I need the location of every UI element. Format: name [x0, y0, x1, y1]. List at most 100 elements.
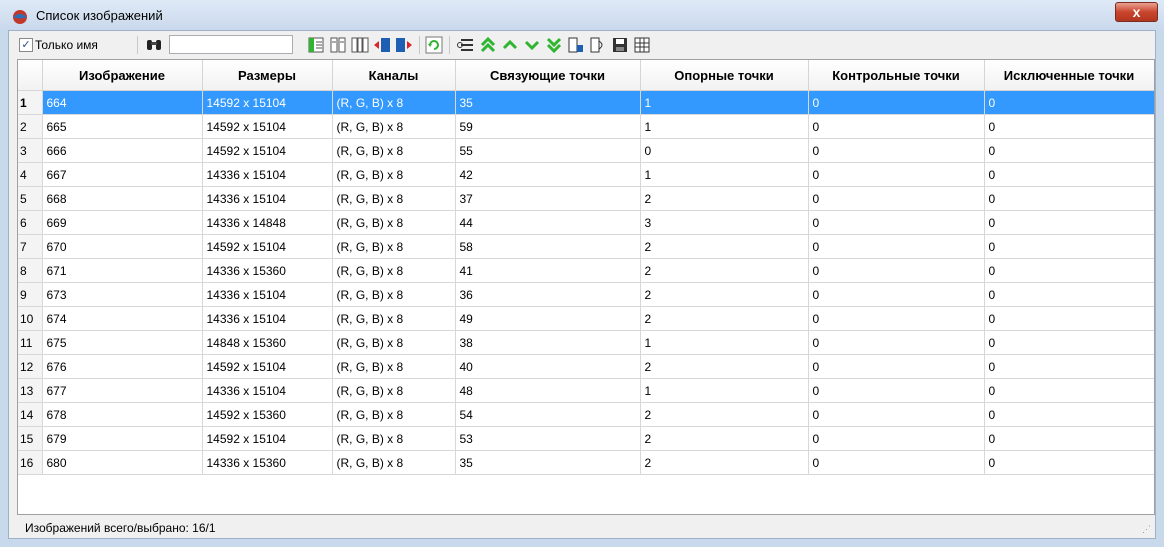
table-row[interactable]: 3 666 14592 x 15104 (R, G, B) x 8 55 0 0 0 — [18, 138, 1154, 163]
cell-image: 678 — [42, 402, 203, 427]
cell-excluded-points: 0 — [984, 378, 1154, 403]
table-row[interactable]: 16 680 14336 x 15360 (R, G, B) x 8 35 2 0 0 — [18, 450, 1154, 475]
cell-gcp: 2 — [640, 186, 809, 211]
cell-tie-points: 59 — [455, 114, 641, 139]
row-number[interactable]: 5 — [18, 186, 43, 211]
table-row[interactable]: 15 679 14592 x 15104 (R, G, B) x 8 53 2 0 0 — [18, 426, 1154, 451]
row-number[interactable]: 16 — [18, 450, 43, 475]
cell-gcp: 1 — [640, 162, 809, 187]
move-bottom-icon[interactable] — [545, 36, 563, 54]
only-name-checkbox[interactable]: ✓ — [19, 38, 33, 52]
export-icon[interactable] — [589, 36, 607, 54]
search-input[interactable] — [169, 35, 293, 54]
cell-image: 670 — [42, 234, 203, 259]
cell-gcp: 2 — [640, 426, 809, 451]
cell-size: 14592 x 15104 — [202, 114, 333, 139]
cell-check-points: 0 — [808, 282, 985, 307]
cell-image: 666 — [42, 138, 203, 163]
table-row[interactable]: 1 664 14592 x 15104 (R, G, B) x 8 35 1 0 0 — [18, 90, 1154, 115]
row-number[interactable]: 14 — [18, 402, 43, 427]
table-row[interactable]: 12 676 14592 x 15104 (R, G, B) x 8 40 2 0 0 — [18, 354, 1154, 379]
image-table[interactable]: Изображение Размеры Каналы Связующие точ… — [17, 59, 1155, 515]
move-top-icon[interactable] — [479, 36, 497, 54]
move-up-icon[interactable] — [501, 36, 519, 54]
cell-check-points: 0 — [808, 306, 985, 331]
columns-grid-icon[interactable] — [351, 36, 369, 54]
table-row[interactable]: 5 668 14336 x 15104 (R, G, B) x 8 37 2 0 0 — [18, 186, 1154, 211]
cell-channels: (R, G, B) x 8 — [332, 114, 456, 139]
row-number[interactable]: 8 — [18, 258, 43, 283]
table-row[interactable]: 2 665 14592 x 15104 (R, G, B) x 8 59 1 0 0 — [18, 114, 1154, 139]
table-row[interactable]: 7 670 14592 x 15104 (R, G, B) x 8 58 2 0 0 — [18, 234, 1154, 259]
cell-tie-points: 54 — [455, 402, 641, 427]
columns-icon[interactable] — [329, 36, 347, 54]
row-number[interactable]: 7 — [18, 234, 43, 259]
cell-size: 14592 x 15104 — [202, 138, 333, 163]
image-list-window: Список изображений x ✓ Только имя Изобра… — [0, 0, 1164, 547]
row-number[interactable]: 9 — [18, 282, 43, 307]
table-row[interactable]: 14 678 14592 x 15360 (R, G, B) x 8 54 2 0 0 — [18, 402, 1154, 427]
column-header-gcp[interactable]: Опорные точки — [640, 60, 809, 91]
cell-channels: (R, G, B) x 8 — [332, 138, 456, 163]
cell-size: 14592 x 15104 — [202, 354, 333, 379]
cell-gcp: 1 — [640, 114, 809, 139]
cell-tie-points: 37 — [455, 186, 641, 211]
cell-gcp: 2 — [640, 282, 809, 307]
cell-excluded-points: 0 — [984, 114, 1154, 139]
binoculars-icon[interactable] — [145, 36, 163, 54]
toolbar-separator — [137, 36, 138, 54]
cell-gcp: 2 — [640, 402, 809, 427]
move-column-left-icon[interactable] — [373, 36, 391, 54]
close-button[interactable]: x — [1115, 2, 1158, 22]
table-row[interactable]: 4 667 14336 x 15104 (R, G, B) x 8 42 1 0 0 — [18, 162, 1154, 187]
table-row[interactable]: 8 671 14336 x 15360 (R, G, B) x 8 41 2 0 0 — [18, 258, 1154, 283]
cell-check-points: 0 — [808, 258, 985, 283]
resize-grip[interactable]: ⋰ — [1142, 524, 1151, 535]
cell-excluded-points: 0 — [984, 162, 1154, 187]
table-row[interactable]: 9 673 14336 x 15104 (R, G, B) x 8 36 2 0 0 — [18, 282, 1154, 307]
row-number[interactable]: 12 — [18, 354, 43, 379]
column-header-tie-points[interactable]: Связующие точки — [455, 60, 641, 91]
only-name-label[interactable]: Только имя — [35, 38, 98, 52]
column-header-channels[interactable]: Каналы — [332, 60, 456, 91]
cell-tie-points: 55 — [455, 138, 641, 163]
row-number[interactable]: 6 — [18, 210, 43, 235]
row-number[interactable]: 13 — [18, 378, 43, 403]
row-number[interactable]: 3 — [18, 138, 43, 163]
title-bar[interactable]: Список изображений x — [0, 0, 1164, 30]
cell-gcp: 1 — [640, 378, 809, 403]
refresh-icon[interactable] — [425, 36, 443, 54]
cell-gcp: 2 — [640, 258, 809, 283]
move-down-icon[interactable] — [523, 36, 541, 54]
table-icon[interactable] — [633, 36, 651, 54]
list-settings-icon[interactable] — [457, 36, 475, 54]
move-column-right-icon[interactable] — [395, 36, 413, 54]
row-number[interactable]: 15 — [18, 426, 43, 451]
window-title: Список изображений — [36, 8, 163, 23]
table-row[interactable]: 10 674 14336 x 15104 (R, G, B) x 8 49 2 0 0 — [18, 306, 1154, 331]
table-row[interactable]: 11 675 14848 x 15360 (R, G, B) x 8 38 1 0 0 — [18, 330, 1154, 355]
cell-image: 664 — [42, 90, 203, 115]
cell-size: 14336 x 15104 — [202, 378, 333, 403]
row-number[interactable]: 10 — [18, 306, 43, 331]
table-row[interactable]: 6 669 14336 x 14848 (R, G, B) x 8 44 3 0 0 — [18, 210, 1154, 235]
save-icon[interactable] — [611, 36, 629, 54]
cell-channels: (R, G, B) x 8 — [332, 306, 456, 331]
cell-check-points: 0 — [808, 162, 985, 187]
column-header-excluded-points[interactable]: Исключенные точки — [984, 60, 1154, 91]
column-header-size[interactable]: Размеры — [202, 60, 333, 91]
row-number[interactable]: 1 — [18, 90, 43, 115]
row-number[interactable]: 11 — [18, 330, 43, 355]
cell-tie-points: 40 — [455, 354, 641, 379]
column-header-check-points[interactable]: Контрольные точки — [808, 60, 985, 91]
table-row[interactable]: 13 677 14336 x 15104 (R, G, B) x 8 48 1 0 0 — [18, 378, 1154, 403]
import-icon[interactable] — [567, 36, 585, 54]
column-header-image[interactable]: Изображение — [42, 60, 203, 91]
cell-tie-points: 35 — [455, 450, 641, 475]
cell-gcp: 3 — [640, 210, 809, 235]
cell-size: 14848 x 15360 — [202, 330, 333, 355]
row-number[interactable]: 4 — [18, 162, 43, 187]
row-number[interactable]: 2 — [18, 114, 43, 139]
columns-left-icon[interactable] — [307, 36, 325, 54]
cell-excluded-points: 0 — [984, 210, 1154, 235]
